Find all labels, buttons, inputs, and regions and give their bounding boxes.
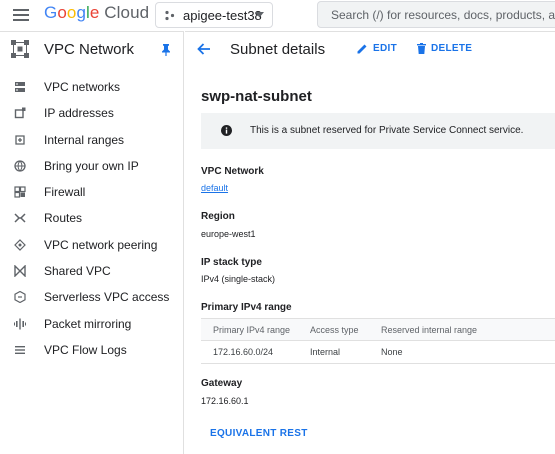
vpc-networks-icon bbox=[15, 82, 25, 92]
sidebar-nav: VPC networks IP addresses Internal range… bbox=[0, 74, 183, 363]
pencil-icon bbox=[357, 44, 367, 54]
ip-addresses-icon bbox=[14, 107, 26, 119]
sidebar-item-label: Packet mirroring bbox=[44, 316, 132, 331]
google-cloud-logo[interactable]: Google Cloud bbox=[44, 3, 149, 23]
search-input[interactable] bbox=[318, 2, 555, 27]
sidebar-item-label: IP addresses bbox=[44, 106, 114, 121]
primary-ipv4-range-table: Primary IPv4 range Access type Reserved … bbox=[201, 318, 555, 364]
banner-text: This is a subnet reserved for Private Se… bbox=[250, 125, 524, 136]
equivalent-rest-button[interactable]: EQUIVALENT REST bbox=[210, 428, 308, 439]
sidebar-item-routes[interactable]: Routes bbox=[0, 205, 183, 231]
page-title: Subnet details bbox=[230, 41, 326, 58]
peering-icon bbox=[14, 238, 26, 251]
project-nodes-icon bbox=[165, 10, 175, 20]
table-cell: Internal bbox=[298, 340, 369, 364]
delete-button[interactable]: DELETE bbox=[417, 43, 472, 54]
main-content: Subnet details EDIT DELETE swp-nat-subne… bbox=[185, 31, 555, 454]
sidebar-header: VPC Network bbox=[0, 32, 183, 67]
primary-ipv4-range-label: Primary IPv4 range bbox=[201, 302, 292, 313]
pin-icon[interactable] bbox=[161, 44, 171, 56]
serverless-icon bbox=[14, 291, 26, 304]
sidebar-item-vpc-flow-logs[interactable]: VPC Flow Logs bbox=[0, 337, 183, 363]
sidebar-item-firewall[interactable]: Firewall bbox=[0, 179, 183, 205]
internal-ranges-icon bbox=[15, 134, 25, 145]
top-bar: Google Cloud apigee-test38 bbox=[0, 0, 555, 31]
sidebar-item-label: Firewall bbox=[44, 185, 86, 200]
ip-stack-type-label: IP stack type bbox=[201, 257, 262, 268]
sidebar-item-vpc-network-peering[interactable]: VPC network peering bbox=[0, 232, 183, 258]
table-row: 172.16.60.0/24 Internal None bbox=[201, 340, 555, 364]
sidebar-item-label: Serverless VPC access bbox=[44, 290, 170, 305]
gateway-value: 172.16.60.1 bbox=[201, 396, 249, 406]
vpc-network-product-icon bbox=[11, 40, 29, 58]
sidebar-item-packet-mirroring[interactable]: Packet mirroring bbox=[0, 311, 183, 337]
table-cell: 172.16.60.0/24 bbox=[201, 340, 298, 364]
column-header: Access type bbox=[298, 318, 369, 341]
column-header: Primary IPv4 range bbox=[201, 318, 298, 341]
vpc-network-label: VPC Network bbox=[201, 166, 264, 177]
sidebar-item-label: VPC Flow Logs bbox=[44, 342, 127, 357]
info-icon bbox=[221, 125, 232, 136]
sidebar-item-bring-your-own-ip[interactable]: Bring your own IP bbox=[0, 153, 183, 179]
table-cell: None bbox=[369, 340, 555, 364]
column-header: Reserved internal range bbox=[369, 318, 555, 341]
sidebar-item-internal-ranges[interactable]: Internal ranges bbox=[0, 127, 183, 153]
back-arrow-icon[interactable] bbox=[197, 43, 211, 55]
sidebar-item-label: VPC networks bbox=[44, 80, 121, 94]
table-header-row: Primary IPv4 range Access type Reserved … bbox=[201, 318, 555, 341]
delete-label: DELETE bbox=[431, 43, 473, 54]
sidebar-title: VPC Network bbox=[44, 41, 135, 58]
flow-logs-icon bbox=[15, 345, 25, 354]
page-header: Subnet details EDIT DELETE bbox=[185, 32, 555, 67]
search-bar[interactable] bbox=[317, 1, 555, 28]
firewall-icon bbox=[14, 186, 26, 198]
routes-icon bbox=[14, 213, 26, 224]
region-label: Region bbox=[201, 211, 235, 222]
ip-stack-type-value: IPv4 (single-stack) bbox=[201, 274, 276, 284]
sidebar-item-serverless-vpc-access[interactable]: Serverless VPC access bbox=[0, 284, 183, 310]
info-banner: This is a subnet reserved for Private Se… bbox=[201, 113, 555, 149]
edit-button[interactable]: EDIT bbox=[357, 43, 397, 54]
region-value: europe-west1 bbox=[201, 229, 256, 239]
hamburger-menu-icon[interactable] bbox=[12, 6, 30, 24]
sidebar-item-ip-addresses[interactable]: IP addresses bbox=[0, 100, 183, 126]
vpc-network-link[interactable]: default bbox=[201, 183, 228, 193]
globe-icon bbox=[14, 160, 26, 172]
sidebar-item-shared-vpc[interactable]: Shared VPC bbox=[0, 258, 183, 284]
edit-label: EDIT bbox=[373, 43, 397, 54]
sidebar: VPC Network VPC networks IP addresses In… bbox=[0, 31, 184, 454]
sidebar-item-label: Internal ranges bbox=[44, 132, 125, 147]
sidebar-item-label: Shared VPC bbox=[44, 264, 111, 279]
project-name: apigee-test38 bbox=[183, 7, 262, 23]
sidebar-item-label: VPC network peering bbox=[44, 237, 158, 252]
gateway-label: Gateway bbox=[201, 378, 243, 389]
packet-mirroring-icon bbox=[14, 318, 26, 330]
sidebar-item-label: Bring your own IP bbox=[44, 158, 139, 173]
trash-icon bbox=[417, 43, 426, 54]
sidebar-item-label: Routes bbox=[44, 211, 83, 226]
subnet-name: swp-nat-subnet bbox=[201, 88, 312, 105]
sidebar-item-vpc-networks[interactable]: VPC networks bbox=[0, 74, 183, 100]
shared-vpc-icon bbox=[14, 265, 26, 278]
caret-down-icon bbox=[255, 12, 264, 18]
project-picker[interactable]: apigee-test38 bbox=[155, 2, 273, 28]
